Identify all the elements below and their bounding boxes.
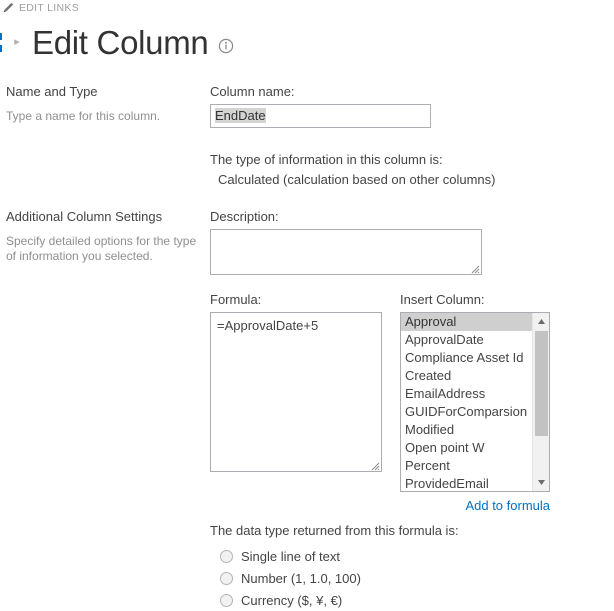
radio-label: Number (1, 1.0, 100) [241, 570, 361, 586]
insert-column-group: Insert Column: Approval ApprovalDate Compl… [400, 292, 550, 492]
page-header: ▸ Edit Column [0, 18, 234, 66]
insert-column-options: Approval ApprovalDate Compliance Asset Id C… [401, 313, 532, 491]
data-type-radio-row[interactable]: Number (1, 1.0, 100) [210, 567, 608, 589]
scroll-down-icon[interactable] [533, 474, 549, 491]
insert-column-option[interactable]: Compliance Asset Id [401, 349, 532, 367]
section-heading-name-and-type: Name and Type [6, 84, 98, 99]
info-icon[interactable] [218, 38, 234, 57]
site-nav-stub[interactable] [0, 29, 4, 55]
insert-column-option[interactable]: Approval [401, 313, 532, 331]
radio-label: Single line of text [241, 548, 341, 564]
section-name-and-type-fields: Column name: EndDate The type of informa… [210, 84, 614, 187]
radio-label: Currency ($, ¥, €) [241, 592, 343, 608]
pencil-icon [2, 2, 14, 14]
page-title: Edit Column [32, 23, 209, 61]
insert-column-option[interactable]: Created [401, 367, 532, 385]
insert-column-listbox[interactable]: Approval ApprovalDate Compliance Asset Id C… [400, 312, 550, 492]
section-help-additional-settings: Specify detailed options for the type of… [6, 234, 197, 263]
radio-button[interactable] [220, 593, 233, 607]
data-type-radio-row[interactable]: Currency ($, ¥, €) [210, 589, 608, 611]
section-name-and-type: Name and Type Type a name for this colum… [0, 84, 614, 187]
edit-links-bar[interactable]: EDIT LINKS [0, 0, 79, 16]
description-input[interactable] [210, 229, 482, 275]
insert-column-scrollbar[interactable] [532, 313, 549, 491]
edit-column-form: Name and Type Type a name for this colum… [0, 84, 614, 611]
column-name-input[interactable]: EndDate [210, 104, 431, 128]
data-type-label: The data type returned from this formula… [210, 523, 459, 538]
insert-column-option[interactable]: ApprovalDate [401, 331, 532, 349]
section-additional-description: Additional Column Settings Specify detai… [0, 209, 210, 264]
formula-wrap [210, 312, 382, 472]
formula-input[interactable] [210, 312, 382, 472]
insert-column-option[interactable]: Modified [401, 421, 532, 439]
formula-group: Formula: [210, 292, 382, 475]
section-additional-column-settings: Additional Column Settings Specify detai… [0, 209, 614, 611]
add-to-formula-link[interactable]: Add to formula [465, 498, 550, 513]
insert-column-option[interactable]: ProvidedEmail [401, 475, 532, 491]
insert-column-option[interactable]: GUIDForComparsion [401, 403, 532, 421]
description-label: Description: [210, 209, 279, 224]
section-help-name-and-type: Type a name for this column. [6, 109, 161, 123]
column-name-label: Column name: [210, 84, 295, 99]
scrollbar-thumb[interactable] [535, 331, 548, 436]
radio-button[interactable] [220, 571, 233, 585]
insert-column-option[interactable]: Open point W [401, 439, 532, 457]
type-of-information-label: The type of information in this column i… [210, 152, 443, 167]
description-wrap [210, 229, 482, 275]
scroll-up-icon[interactable] [533, 313, 549, 330]
section-heading-additional-settings: Additional Column Settings [6, 209, 163, 224]
data-type-radio-group: Single line of text Number (1, 1.0, 100) C… [210, 545, 608, 611]
section-name-and-type-description: Name and Type Type a name for this colum… [0, 84, 210, 124]
column-name-value: EndDate [215, 108, 266, 123]
add-to-formula-row: Add to formula [210, 498, 550, 513]
edit-links-label: EDIT LINKS [19, 2, 79, 14]
radio-button[interactable] [220, 549, 233, 563]
formula-label: Formula: [210, 292, 262, 307]
insert-column-option[interactable]: EmailAddress [401, 385, 532, 403]
data-type-radio-row[interactable]: Single line of text [210, 545, 608, 567]
section-additional-fields: Description: Formula: =ApprovalDate+5 In… [210, 209, 614, 611]
breadcrumb-arrow-icon[interactable]: ▸ [8, 36, 26, 48]
insert-column-option[interactable]: Percent [401, 457, 532, 475]
type-of-information-value: Calculated (calculation based on other c… [218, 172, 496, 187]
insert-column-label: Insert Column: [400, 292, 485, 307]
